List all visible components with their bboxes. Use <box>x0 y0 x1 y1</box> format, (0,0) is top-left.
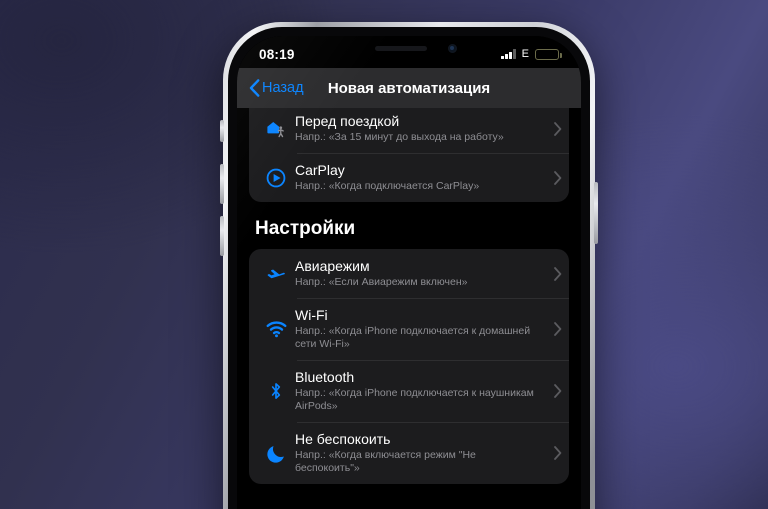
settings-triggers-card: Авиарежим Напр.: «Если Авиарежим включен… <box>249 249 569 484</box>
home-person-walking-icon <box>257 118 295 140</box>
phone-screen: 08:19 E Назад Новая автоматизация Перед … <box>237 36 581 509</box>
chevron-right-icon <box>547 446 569 460</box>
list-item-text: CarPlay Напр.: «Когда подключается CarPl… <box>295 162 547 193</box>
wifi-icon <box>257 318 295 340</box>
list-item-title: Перед поездкой <box>295 113 400 129</box>
list-item-do-not-disturb[interactable]: Не беспокоить Напр.: «Когда включается р… <box>249 422 569 484</box>
carplay-icon <box>257 167 295 189</box>
moon-icon <box>257 443 295 464</box>
list-item-title: Bluetooth <box>295 369 355 385</box>
list-item-text: Wi-Fi Напр.: «Когда iPhone подключается … <box>295 307 547 351</box>
chevron-right-icon <box>547 322 569 336</box>
section-header-settings: Настройки <box>255 218 356 239</box>
list-item-bluetooth[interactable]: Bluetooth Напр.: «Когда iPhone подключае… <box>249 360 569 422</box>
list-item-subtitle: Напр.: «За 15 минут до выхода на работу» <box>295 131 504 143</box>
list-item-carplay[interactable]: CarPlay Напр.: «Когда подключается CarPl… <box>249 153 569 202</box>
chevron-right-icon <box>547 266 569 281</box>
network-type-label: E <box>521 48 529 60</box>
phone-bezel: 08:19 E Назад Новая автоматизация Перед … <box>228 27 590 509</box>
list-item-title: CarPlay <box>295 162 345 178</box>
chevron-right-icon <box>547 121 569 136</box>
volume-down-button[interactable] <box>220 216 224 256</box>
status-bar-indicators: E <box>501 48 562 60</box>
list-item-subtitle: Напр.: «Когда подключается CarPlay» <box>295 180 480 192</box>
navigation-bar: Назад Новая автоматизация <box>237 68 581 108</box>
list-item-subtitle: Напр.: «Если Авиарежим включен» <box>295 276 468 288</box>
list-item-title: Не беспокоить <box>295 431 391 447</box>
chevron-right-icon <box>547 170 569 185</box>
list-item-text: Bluetooth Напр.: «Когда iPhone подключае… <box>295 369 547 413</box>
iphone-device-frame: 08:19 E Назад Новая автоматизация Перед … <box>220 22 598 509</box>
power-button[interactable] <box>594 182 598 244</box>
list-item-subtitle: Напр.: «Когда iPhone подключается к науш… <box>295 387 534 412</box>
list-item-text: Перед поездкой Напр.: «За 15 минут до вы… <box>295 113 547 144</box>
list-item-subtitle: Напр.: «Когда iPhone подключается к дома… <box>295 325 531 350</box>
triggers-card-top: Перед поездкой Напр.: «За 15 минут до вы… <box>249 108 569 202</box>
back-button-label: Назад <box>262 80 304 96</box>
list-item-title: Авиарежим <box>295 258 370 274</box>
chevron-right-icon <box>547 384 569 398</box>
notch <box>333 36 485 62</box>
status-bar-time: 08:19 <box>259 46 295 62</box>
front-camera-icon <box>448 44 457 53</box>
list-item-text: Авиарежим Напр.: «Если Авиарежим включен… <box>295 258 547 289</box>
list-item-before-trip[interactable]: Перед поездкой Напр.: «За 15 минут до вы… <box>249 108 569 153</box>
cellular-signal-icon <box>501 49 516 59</box>
list-item-title: Wi-Fi <box>295 307 328 323</box>
list-item-subtitle: Напр.: «Когда включается режим "Не беспо… <box>295 449 476 474</box>
bluetooth-icon <box>257 380 295 402</box>
back-button[interactable]: Назад <box>249 79 304 97</box>
battery-icon <box>535 48 562 60</box>
mute-switch-button[interactable] <box>220 120 224 142</box>
chevron-left-icon <box>249 79 260 97</box>
earpiece-speaker-icon <box>375 46 427 51</box>
list-item-text: Не беспокоить Напр.: «Когда включается р… <box>295 431 547 475</box>
volume-up-button[interactable] <box>220 164 224 204</box>
list-item-airplane-mode[interactable]: Авиарежим Напр.: «Если Авиарежим включен… <box>249 249 569 298</box>
automation-list-scroll-area[interactable]: Перед поездкой Напр.: «За 15 минут до вы… <box>237 108 581 509</box>
airplane-icon <box>257 263 295 285</box>
list-item-wifi[interactable]: Wi-Fi Напр.: «Когда iPhone подключается … <box>249 298 569 360</box>
